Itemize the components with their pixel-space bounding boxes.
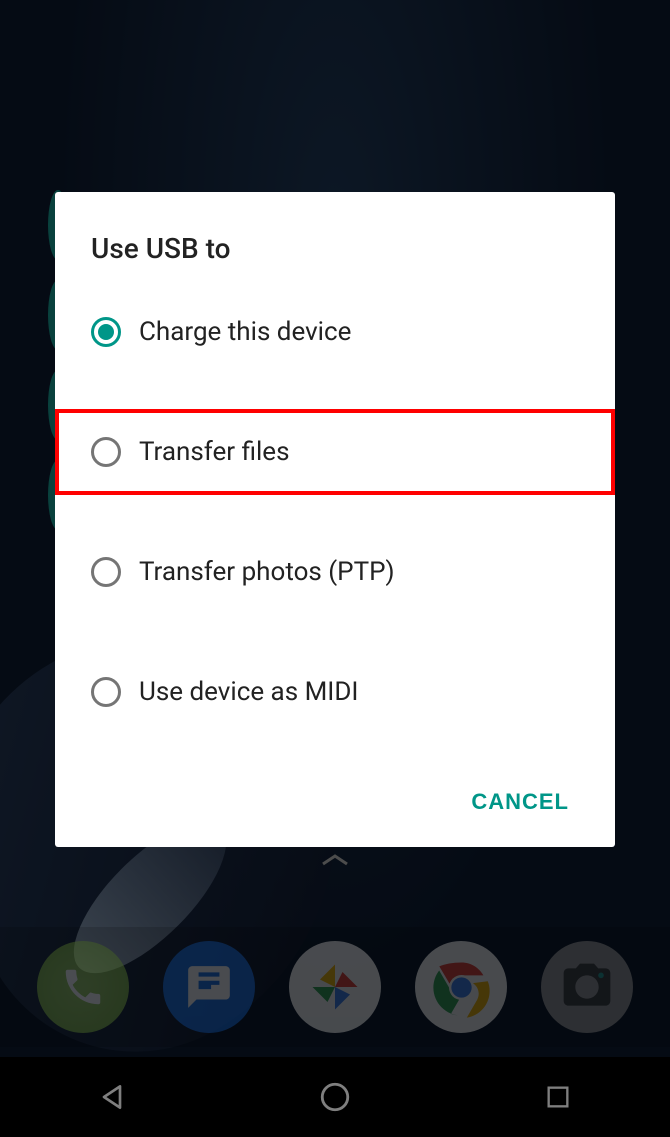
- radio-label: Transfer photos (PTP): [139, 557, 395, 587]
- radio-icon: [91, 557, 121, 587]
- radio-label: Transfer files: [139, 437, 290, 467]
- radio-icon: [91, 437, 121, 467]
- option-transfer-photos[interactable]: Transfer photos (PTP): [55, 529, 615, 615]
- home-screen: Use USB to Charge this device Transfer f…: [0, 0, 670, 1137]
- dialog-title: Use USB to: [55, 224, 615, 289]
- option-charge-device[interactable]: Charge this device: [55, 289, 615, 375]
- dialog-actions: CANCEL: [455, 779, 585, 825]
- usb-dialog: Use USB to Charge this device Transfer f…: [55, 192, 615, 847]
- cancel-button[interactable]: CANCEL: [455, 779, 585, 825]
- option-midi[interactable]: Use device as MIDI: [55, 649, 615, 735]
- radio-icon: [91, 317, 121, 347]
- radio-label: Use device as MIDI: [139, 677, 358, 707]
- option-transfer-files[interactable]: Transfer files: [55, 409, 615, 495]
- radio-icon: [91, 677, 121, 707]
- radio-label: Charge this device: [139, 317, 351, 347]
